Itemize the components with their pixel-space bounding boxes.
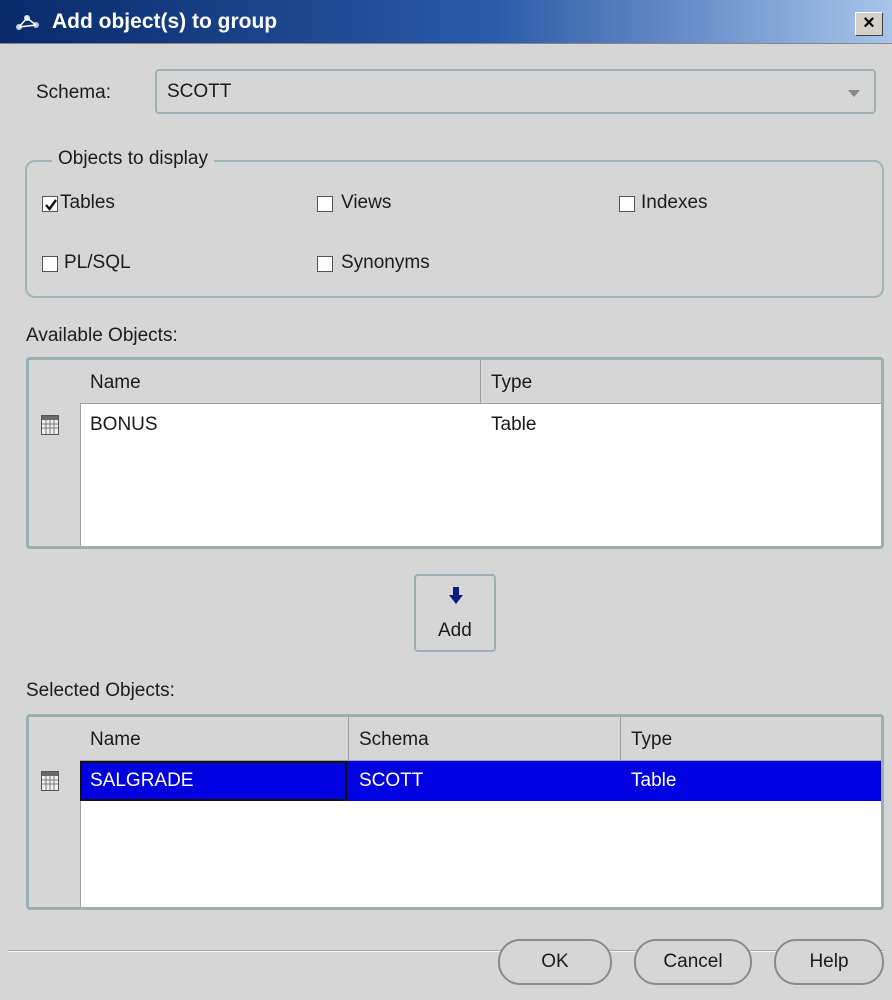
- column-header-name[interactable]: Name: [90, 372, 141, 394]
- chevron-down-icon[interactable]: [848, 90, 860, 97]
- footer-divider: [8, 950, 884, 952]
- add-button-label: Add: [438, 620, 472, 641]
- checkbox-label: PL/SQL: [64, 252, 131, 273]
- checkbox-label: Tables: [60, 192, 115, 213]
- title-bar[interactable]: Add object(s) to group ×: [0, 0, 892, 44]
- objects-to-display-group: [25, 160, 884, 298]
- schema-label: Schema:: [36, 82, 111, 103]
- column-separator[interactable]: [348, 717, 349, 760]
- table-row[interactable]: BONUS Table: [29, 408, 881, 446]
- checkbox-label: Synonyms: [341, 252, 430, 273]
- checkbox-unchecked-icon[interactable]: [619, 196, 635, 212]
- row-gutter: [29, 717, 81, 907]
- close-button[interactable]: ×: [855, 12, 883, 36]
- table-header: Name Schema Type: [80, 717, 881, 761]
- row-gutter: [29, 360, 81, 546]
- cell-type: Table: [631, 770, 677, 791]
- schema-select[interactable]: SCOTT: [155, 69, 876, 114]
- checkbox-label: Indexes: [641, 192, 708, 213]
- checkbox-checked-icon[interactable]: [42, 196, 58, 212]
- ok-button[interactable]: OK: [498, 939, 612, 985]
- available-objects-table[interactable]: Name Type BONUS Table: [26, 357, 884, 549]
- cell-name: BONUS: [90, 414, 158, 435]
- available-objects-label: Available Objects:: [26, 325, 178, 346]
- schema-value: SCOTT: [167, 81, 232, 102]
- table-icon: [41, 415, 59, 435]
- add-button[interactable]: Add: [414, 574, 496, 652]
- help-button[interactable]: Help: [774, 939, 884, 985]
- table-header: Name Type: [80, 360, 881, 404]
- table-row-selected[interactable]: SALGRADE SCOTT Table: [29, 761, 881, 801]
- column-header-type[interactable]: Type: [491, 372, 532, 394]
- checkbox-unchecked-icon[interactable]: [317, 196, 333, 212]
- column-header-name[interactable]: Name: [90, 729, 141, 751]
- arrow-down-icon: [449, 587, 463, 604]
- objects-to-display-legend: Objects to display: [52, 148, 214, 170]
- checkbox-unchecked-icon[interactable]: [317, 256, 333, 272]
- cell-schema: SCOTT: [359, 770, 424, 791]
- selected-objects-label: Selected Objects:: [26, 680, 175, 701]
- checkbox-unchecked-icon[interactable]: [42, 256, 58, 272]
- column-header-schema[interactable]: Schema: [359, 729, 429, 751]
- checkbox-label: Views: [341, 192, 392, 213]
- cell-name: SALGRADE: [90, 770, 194, 791]
- column-separator[interactable]: [620, 717, 621, 760]
- column-separator[interactable]: [480, 360, 481, 403]
- selected-objects-table[interactable]: Name Schema Type SALGRADE SCOTT Table: [26, 714, 884, 910]
- cancel-button[interactable]: Cancel: [634, 939, 752, 985]
- column-header-type[interactable]: Type: [631, 729, 672, 751]
- cell-type: Table: [491, 414, 537, 435]
- close-icon[interactable]: ×: [863, 12, 875, 34]
- app-icon: [16, 15, 39, 30]
- table-icon: [41, 771, 59, 791]
- window-title: Add object(s) to group: [52, 10, 278, 33]
